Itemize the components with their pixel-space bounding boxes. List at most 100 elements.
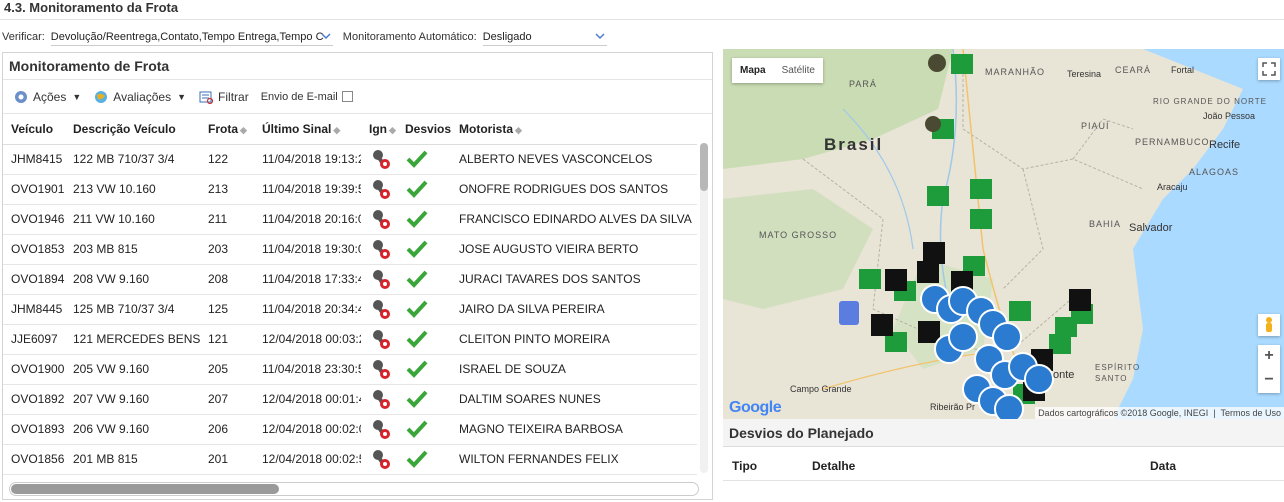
map-type-satellite[interactable]: Satélite bbox=[774, 58, 823, 83]
ignition-off-icon bbox=[373, 390, 390, 409]
cell-veiculo: JJE6097 bbox=[3, 324, 65, 355]
col-ign[interactable]: Ign ◆ bbox=[361, 114, 397, 145]
map-label-mato-grosso: MATO GROSSO bbox=[759, 230, 838, 240]
cell-motorista: ONOFRE RODRIGUES DOS SANTOS bbox=[451, 174, 697, 205]
cell-ultimo-sinal: 12/04/2018 00:02:51 bbox=[254, 444, 361, 475]
map-label-alagoas: ALAGOAS bbox=[1189, 167, 1240, 177]
verificar-select[interactable]: Devolução/Reentrega,Contato,Tempo Entreg… bbox=[50, 28, 333, 46]
ignition-off-icon bbox=[373, 330, 390, 349]
cell-frota: 206 bbox=[200, 414, 254, 445]
sort-icon[interactable]: ◆ bbox=[333, 125, 340, 135]
auto-monitor-value: Desligado bbox=[482, 30, 532, 43]
col-data[interactable]: Data bbox=[1141, 459, 1176, 480]
table-row[interactable]: JHM8415 122 MB 710/37 3/4 122 11/04/2018 19… bbox=[3, 144, 697, 175]
check-icon bbox=[406, 210, 428, 228]
toolbar: Ações ▼ Avaliações ▼ Filtrar Envio de E-… bbox=[3, 80, 712, 114]
map-label-maranhao: MARANHÃO bbox=[985, 67, 1046, 77]
verificar-value: Devolução/Reentrega,Contato,Tempo Entreg… bbox=[50, 30, 324, 43]
table-row[interactable]: OVO1892207 VW 9.16020712/04/2018 00:01:4… bbox=[3, 384, 697, 415]
cell-desvios bbox=[397, 234, 451, 265]
chevron-down-icon bbox=[595, 33, 605, 40]
cell-ultimo-sinal: 11/04/2018 19:13:28 bbox=[254, 144, 361, 175]
horizontal-scrollbar[interactable] bbox=[9, 482, 699, 496]
zoom-control: + − bbox=[1258, 345, 1280, 393]
filtrar-button[interactable]: Filtrar bbox=[198, 89, 249, 105]
cell-motorista: JOSE AUGUSTO VIEIRA BERTO bbox=[451, 234, 697, 265]
cell-descricao: 213 VW 10.160 bbox=[65, 174, 200, 205]
cell-frota: 213 bbox=[200, 174, 254, 205]
ignition-off-icon bbox=[373, 180, 390, 199]
terms-link[interactable]: Termos de Uso bbox=[1220, 408, 1281, 418]
table-row[interactable]: OVO1901 213 VW 10.160 213 11/04/2018 19:39:… bbox=[3, 174, 697, 205]
cell-frota: 125 bbox=[200, 294, 254, 325]
table-row[interactable]: OVO1853 203 MB 815 203 11/04/2018 19:30:04 J… bbox=[3, 234, 697, 265]
cell-ign bbox=[361, 234, 397, 265]
cell-ign bbox=[361, 384, 397, 415]
verificar-label: Verificar: bbox=[2, 31, 45, 43]
cell-veiculo: OVO1894 bbox=[3, 264, 65, 295]
col-motorista[interactable]: Motorista ◆ bbox=[451, 114, 697, 145]
fullscreen-button[interactable] bbox=[1258, 58, 1280, 80]
cell-descricao: 203 MB 815 bbox=[65, 234, 200, 265]
col-desvios[interactable]: Desvios bbox=[397, 114, 451, 145]
sort-icon[interactable]: ◆ bbox=[240, 125, 247, 135]
pegman-icon bbox=[1266, 317, 1272, 332]
avaliacoes-button[interactable]: Avaliações ▼ bbox=[93, 89, 186, 105]
cell-motorista: JURACI TAVARES DOS SANTOS bbox=[451, 264, 697, 295]
cell-veiculo: JHM8445 bbox=[3, 294, 65, 325]
auto-monitor-select[interactable]: Desligado bbox=[482, 28, 607, 46]
map-label-salvador: Salvador bbox=[1129, 222, 1173, 234]
zoom-out-button[interactable]: − bbox=[1258, 369, 1280, 393]
table-row[interactable]: OVO1893206 VW 9.16020612/04/2018 00:02:0… bbox=[3, 414, 697, 445]
cell-frota: 122 bbox=[200, 144, 254, 175]
fleet-map[interactable]: Brasil MATO GROSSO PARÁ MARANHÃO CEARÁ T… bbox=[723, 49, 1284, 419]
col-descricao[interactable]: Descrição Veículo bbox=[65, 114, 200, 145]
table-row[interactable]: JHM8445 125 MB 710/37 3/4 125 11/04/2018 20… bbox=[3, 294, 697, 325]
horizontal-scroll-thumb[interactable] bbox=[11, 484, 279, 494]
cell-desvios bbox=[397, 264, 451, 295]
table-header: Veículo Descrição Veículo Frota ◆ Último … bbox=[3, 114, 697, 145]
streetview-pegman[interactable] bbox=[1258, 314, 1280, 336]
ignition-off-icon bbox=[373, 300, 390, 319]
cell-motorista: FRANCISCO EDINARDO ALVES DA SILVA bbox=[451, 204, 697, 235]
email-checkbox[interactable] bbox=[341, 91, 353, 102]
auto-monitor-label: Monitoramento Automático: bbox=[342, 31, 477, 43]
col-ultimo-sinal[interactable]: Último Sinal ◆ bbox=[254, 114, 361, 145]
fleet-table: Veículo Descrição Veículo Frota ◆ Último … bbox=[3, 114, 697, 475]
table-row[interactable]: OVO1900 205 VW 9.160 205 11/04/2018 23:30:5… bbox=[3, 354, 697, 385]
zoom-in-button[interactable]: + bbox=[1258, 345, 1280, 369]
table-row[interactable]: OVO1894 208 VW 9.160 208 11/04/2018 17:33:4… bbox=[3, 264, 697, 295]
cell-desvios bbox=[397, 144, 451, 175]
cell-desvios bbox=[397, 294, 451, 325]
table-row[interactable]: OVO1946 211 VW 10.160 211 11/04/2018 20:16:… bbox=[3, 204, 697, 235]
cell-descricao: 125 MB 710/37 3/4 bbox=[65, 294, 200, 325]
caret-down-icon: ▼ bbox=[72, 91, 82, 102]
col-veiculo[interactable]: Veículo bbox=[3, 114, 65, 145]
sort-icon[interactable]: ◆ bbox=[389, 125, 396, 135]
cell-desvios bbox=[397, 174, 451, 205]
table-row[interactable]: JJE6097 121 MERCEDES BENS 121 12/04/2018 00… bbox=[3, 324, 697, 355]
cell-veiculo: OVO1900 bbox=[3, 354, 65, 385]
map-label-rgn: RIO GRANDE DO NORTE bbox=[1153, 97, 1267, 106]
desvios-title: Desvios do Planejado bbox=[723, 419, 1284, 447]
cell-veiculo: OVO1901 bbox=[3, 174, 65, 205]
map-label-ceara: CEARÁ bbox=[1115, 65, 1152, 75]
check-icon bbox=[406, 330, 428, 348]
cell-frota: 205 bbox=[200, 354, 254, 385]
check-icon bbox=[406, 390, 428, 408]
acoes-button[interactable]: Ações ▼ bbox=[13, 89, 81, 105]
vertical-scroll-thumb[interactable] bbox=[700, 143, 708, 191]
sort-icon[interactable]: ◆ bbox=[515, 125, 522, 135]
gear-icon bbox=[15, 90, 27, 103]
col-detalhe[interactable]: Detalhe bbox=[803, 459, 1141, 480]
map-label-piaui: PIAUÍ bbox=[1081, 121, 1110, 131]
cell-frota: 203 bbox=[200, 234, 254, 265]
table-row[interactable]: OVO1856201 MB 81520112/04/2018 00:02:51 W… bbox=[3, 444, 697, 475]
cell-veiculo: OVO1856 bbox=[3, 444, 65, 475]
vertical-scrollbar[interactable] bbox=[700, 143, 708, 473]
email-toggle[interactable]: Envio de E-mail bbox=[261, 91, 353, 103]
desvios-header: Tipo Detalhe Data bbox=[723, 447, 1284, 481]
col-tipo[interactable]: Tipo bbox=[723, 459, 803, 480]
map-type-map[interactable]: Mapa bbox=[732, 58, 774, 83]
col-frota[interactable]: Frota ◆ bbox=[200, 114, 254, 145]
